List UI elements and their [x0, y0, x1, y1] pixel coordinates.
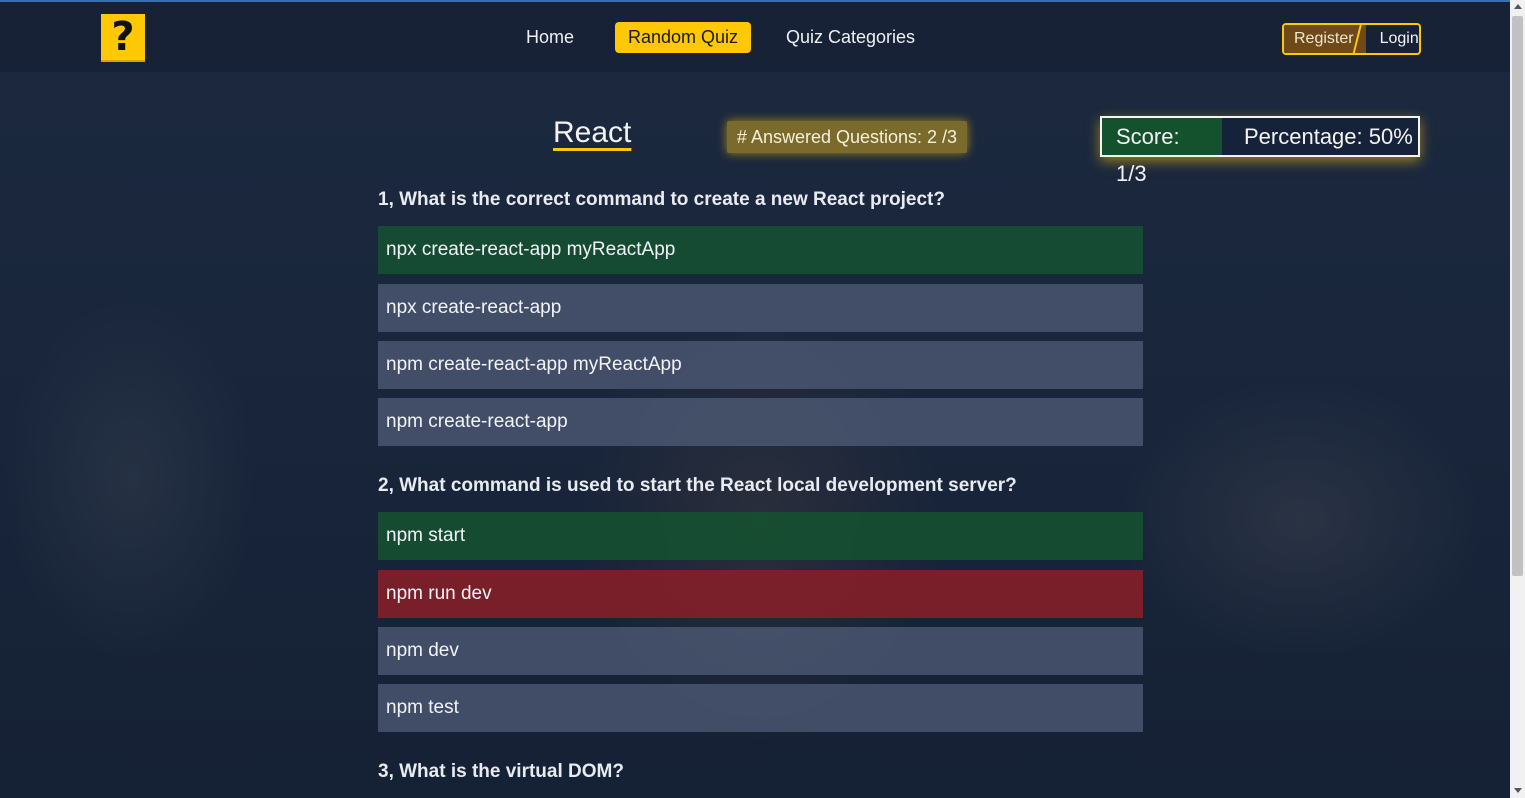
scroll-up-arrow-icon[interactable] [1514, 4, 1522, 9]
nav-random-quiz-link[interactable]: Random Quiz [615, 22, 752, 53]
question-1-option-4[interactable]: npm create-react-app [378, 398, 1143, 446]
auth-buttons: Register Login [1282, 23, 1421, 55]
question-2-option-1[interactable]: npm start [378, 512, 1143, 560]
nav-home-link[interactable]: Home [513, 22, 587, 53]
question-1-text: 1, What is the correct command to create… [378, 189, 945, 210]
question-3-text: 3, What is the virtual DOM? [378, 761, 624, 782]
question-1-option-3[interactable]: npm create-react-app myReactApp [378, 341, 1143, 389]
login-button[interactable]: Login [1366, 25, 1419, 53]
nav-quiz-categories-link[interactable]: Quiz Categories [773, 22, 928, 53]
question-1-option-2[interactable]: npx create-react-app [378, 284, 1143, 332]
score-panel: Score: 1/3 Percentage: 50% [1100, 116, 1420, 186]
question-2-option-2[interactable]: npm run dev [378, 570, 1143, 618]
question-2-text: 2, What command is used to start the Rea… [378, 475, 1017, 496]
question-2-option-4[interactable]: npm test [378, 684, 1143, 732]
question-mark-logo-icon[interactable]: ? [101, 14, 145, 62]
navbar: ? Home Random Quiz Quiz Categories Regis… [0, 2, 1510, 72]
scroll-down-arrow-icon[interactable] [1514, 788, 1522, 793]
quiz-title: React [553, 116, 632, 149]
score-value: Score: 1/3 [1102, 118, 1222, 186]
scrollbar-thumb[interactable] [1512, 16, 1523, 576]
answered-questions-badge: # Answered Questions: 2 /3 [727, 121, 967, 153]
question-1-option-1[interactable]: npx create-react-app myReactApp [378, 226, 1143, 274]
question-2-option-3[interactable]: npm dev [378, 627, 1143, 675]
percentage-value: Percentage: 50% [1244, 124, 1413, 149]
